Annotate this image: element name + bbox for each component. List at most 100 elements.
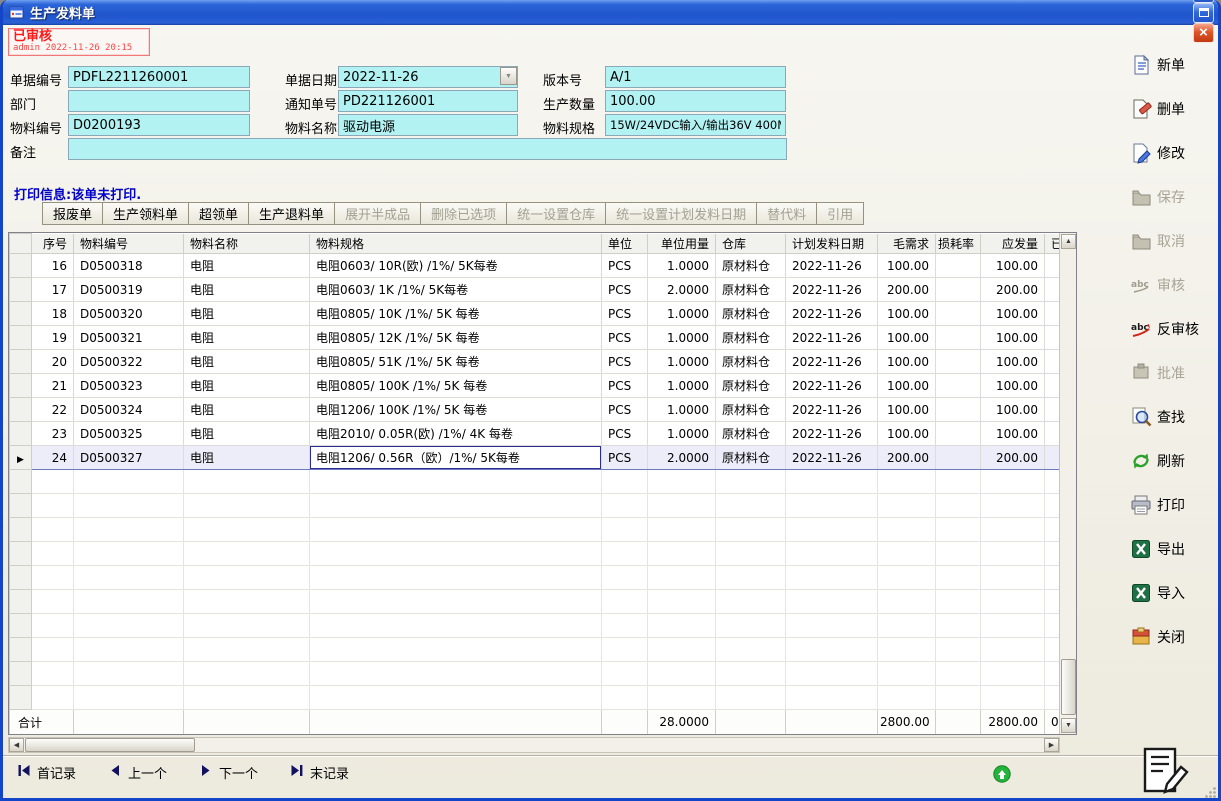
cell-seq[interactable] xyxy=(32,518,74,542)
print-button[interactable]: 打印 xyxy=(1130,492,1216,518)
cell-name[interactable]: 电阻 xyxy=(184,374,310,398)
cell-usage[interactable] xyxy=(648,590,716,614)
cell-seq[interactable]: 16 xyxy=(32,254,74,278)
cell-spec[interactable] xyxy=(310,494,602,518)
cell-usage[interactable] xyxy=(648,518,716,542)
cell-date[interactable]: 2022-11-26 xyxy=(786,374,878,398)
tab-scrap-order[interactable]: 报废单 xyxy=(42,202,103,225)
cell-usage[interactable]: 1.0000 xyxy=(648,254,716,278)
cell-date[interactable] xyxy=(786,566,878,590)
cell-loss[interactable] xyxy=(936,542,981,566)
cell-wh[interactable]: 原材料仓 xyxy=(716,302,786,326)
cell-issue[interactable] xyxy=(981,590,1045,614)
cell-usage[interactable] xyxy=(648,494,716,518)
row-indicator[interactable] xyxy=(10,614,32,638)
cell-date[interactable] xyxy=(786,638,878,662)
table-row-22[interactable]: 22D0500324电阻电阻1206/ 100K /1%/ 5K 每卷PCS1.… xyxy=(10,398,1062,422)
cell-unit[interactable]: PCS xyxy=(602,254,648,278)
cell-code[interactable] xyxy=(74,638,184,662)
tab-over-picking-order[interactable]: 超领单 xyxy=(188,202,249,225)
cell-gross[interactable]: 100.00 xyxy=(878,302,936,326)
last-record-button[interactable]: 末记录 xyxy=(290,763,349,782)
vertical-scroll-thumb[interactable] xyxy=(1061,659,1076,715)
cell-seq[interactable]: 18 xyxy=(32,302,74,326)
audit-button[interactable]: abc审核 xyxy=(1130,272,1216,298)
cell-gross[interactable]: 100.00 xyxy=(878,326,936,350)
table-row-23[interactable]: 23D0500325电阻电阻2010/ 0.05R(欧) /1%/ 4K 每卷P… xyxy=(10,422,1062,446)
cell-gross[interactable] xyxy=(878,590,936,614)
empty-row[interactable] xyxy=(10,566,1062,590)
dept-field[interactable] xyxy=(68,90,250,112)
delete-button[interactable]: 删单 xyxy=(1130,96,1216,122)
cell-spec[interactable]: 电阻0603/ 10R(欧) /1%/ 5K每卷 xyxy=(310,254,602,278)
cell-seq[interactable]: 17 xyxy=(32,278,74,302)
column-header-gross[interactable]: 毛需求 xyxy=(878,234,936,254)
cell-wh[interactable]: 原材料仓 xyxy=(716,422,786,446)
cell-unit[interactable] xyxy=(602,638,648,662)
cell-date[interactable]: 2022-11-26 xyxy=(786,326,878,350)
cell-unit[interactable] xyxy=(602,686,648,710)
cell-wh[interactable] xyxy=(716,518,786,542)
cell-spec[interactable] xyxy=(310,614,602,638)
row-indicator[interactable] xyxy=(10,518,32,542)
cell-usage[interactable] xyxy=(648,638,716,662)
cell-loss[interactable] xyxy=(936,614,981,638)
cell-issue[interactable] xyxy=(981,686,1045,710)
cell-date[interactable] xyxy=(786,662,878,686)
cell-unit[interactable] xyxy=(602,494,648,518)
cell-code[interactable]: D0500321 xyxy=(74,326,184,350)
cell-unit[interactable] xyxy=(602,662,648,686)
cell-name[interactable]: 电阻 xyxy=(184,446,310,470)
cell-date[interactable]: 2022-11-26 xyxy=(786,302,878,326)
cell-usage[interactable]: 1.0000 xyxy=(648,398,716,422)
cell-issue[interactable]: 100.00 xyxy=(981,326,1045,350)
cell-gross[interactable] xyxy=(878,662,936,686)
cell-wh[interactable]: 原材料仓 xyxy=(716,374,786,398)
cell-issue[interactable]: 100.00 xyxy=(981,422,1045,446)
horizontal-scrollbar[interactable]: ◀ ▶ xyxy=(8,737,1060,753)
cell-spec[interactable] xyxy=(310,470,602,494)
cell-issue[interactable] xyxy=(981,662,1045,686)
cell-name[interactable] xyxy=(184,662,310,686)
row-indicator[interactable] xyxy=(10,398,32,422)
cell-name[interactable]: 电阻 xyxy=(184,326,310,350)
cell-wh[interactable]: 原材料仓 xyxy=(716,350,786,374)
row-indicator[interactable] xyxy=(10,302,32,326)
cell-unit[interactable]: PCS xyxy=(602,326,648,350)
tab-production-picking-order[interactable]: 生产领料单 xyxy=(102,202,189,225)
cancel-button[interactable]: 取消 xyxy=(1130,228,1216,254)
cell-spec[interactable]: 电阻2010/ 0.05R(欧) /1%/ 4K 每卷 xyxy=(310,422,602,446)
cell-issue[interactable] xyxy=(981,494,1045,518)
table-row-21[interactable]: 21D0500323电阻电阻0805/ 100K /1%/ 5K 每卷PCS1.… xyxy=(10,374,1062,398)
cell-usage[interactable] xyxy=(648,566,716,590)
cell-issue[interactable] xyxy=(981,542,1045,566)
cell-code[interactable] xyxy=(74,542,184,566)
cell-gross[interactable] xyxy=(878,686,936,710)
cell-code[interactable]: D0500319 xyxy=(74,278,184,302)
cell-gross[interactable] xyxy=(878,470,936,494)
cell-loss[interactable] xyxy=(936,278,981,302)
cell-issue[interactable] xyxy=(981,614,1045,638)
row-indicator[interactable] xyxy=(10,470,32,494)
cell-issue[interactable]: 200.00 xyxy=(981,446,1045,470)
column-header-spec[interactable]: 物料规格 xyxy=(310,234,602,254)
find-button[interactable]: 查找 xyxy=(1130,404,1216,430)
cell-issue[interactable] xyxy=(981,638,1045,662)
cell-usage[interactable] xyxy=(648,662,716,686)
cell-loss[interactable] xyxy=(936,398,981,422)
row-indicator[interactable] xyxy=(10,254,32,278)
cell-date[interactable]: 2022-11-26 xyxy=(786,350,878,374)
cell-gross[interactable] xyxy=(878,518,936,542)
cell-spec[interactable] xyxy=(310,662,602,686)
cell-date[interactable]: 2022-11-26 xyxy=(786,398,878,422)
cell-date[interactable] xyxy=(786,590,878,614)
cell-name[interactable]: 电阻 xyxy=(184,254,310,278)
tab-delete-selected[interactable]: 删除已选项 xyxy=(420,202,507,225)
cell-code[interactable] xyxy=(74,662,184,686)
cell-usage[interactable]: 1.0000 xyxy=(648,326,716,350)
row-indicator[interactable] xyxy=(10,494,32,518)
cell-date[interactable] xyxy=(786,542,878,566)
cell-unit[interactable] xyxy=(602,614,648,638)
row-indicator[interactable] xyxy=(10,278,32,302)
table-row-17[interactable]: 17D0500319电阻电阻0603/ 1K /1%/ 5K每卷PCS2.000… xyxy=(10,278,1062,302)
